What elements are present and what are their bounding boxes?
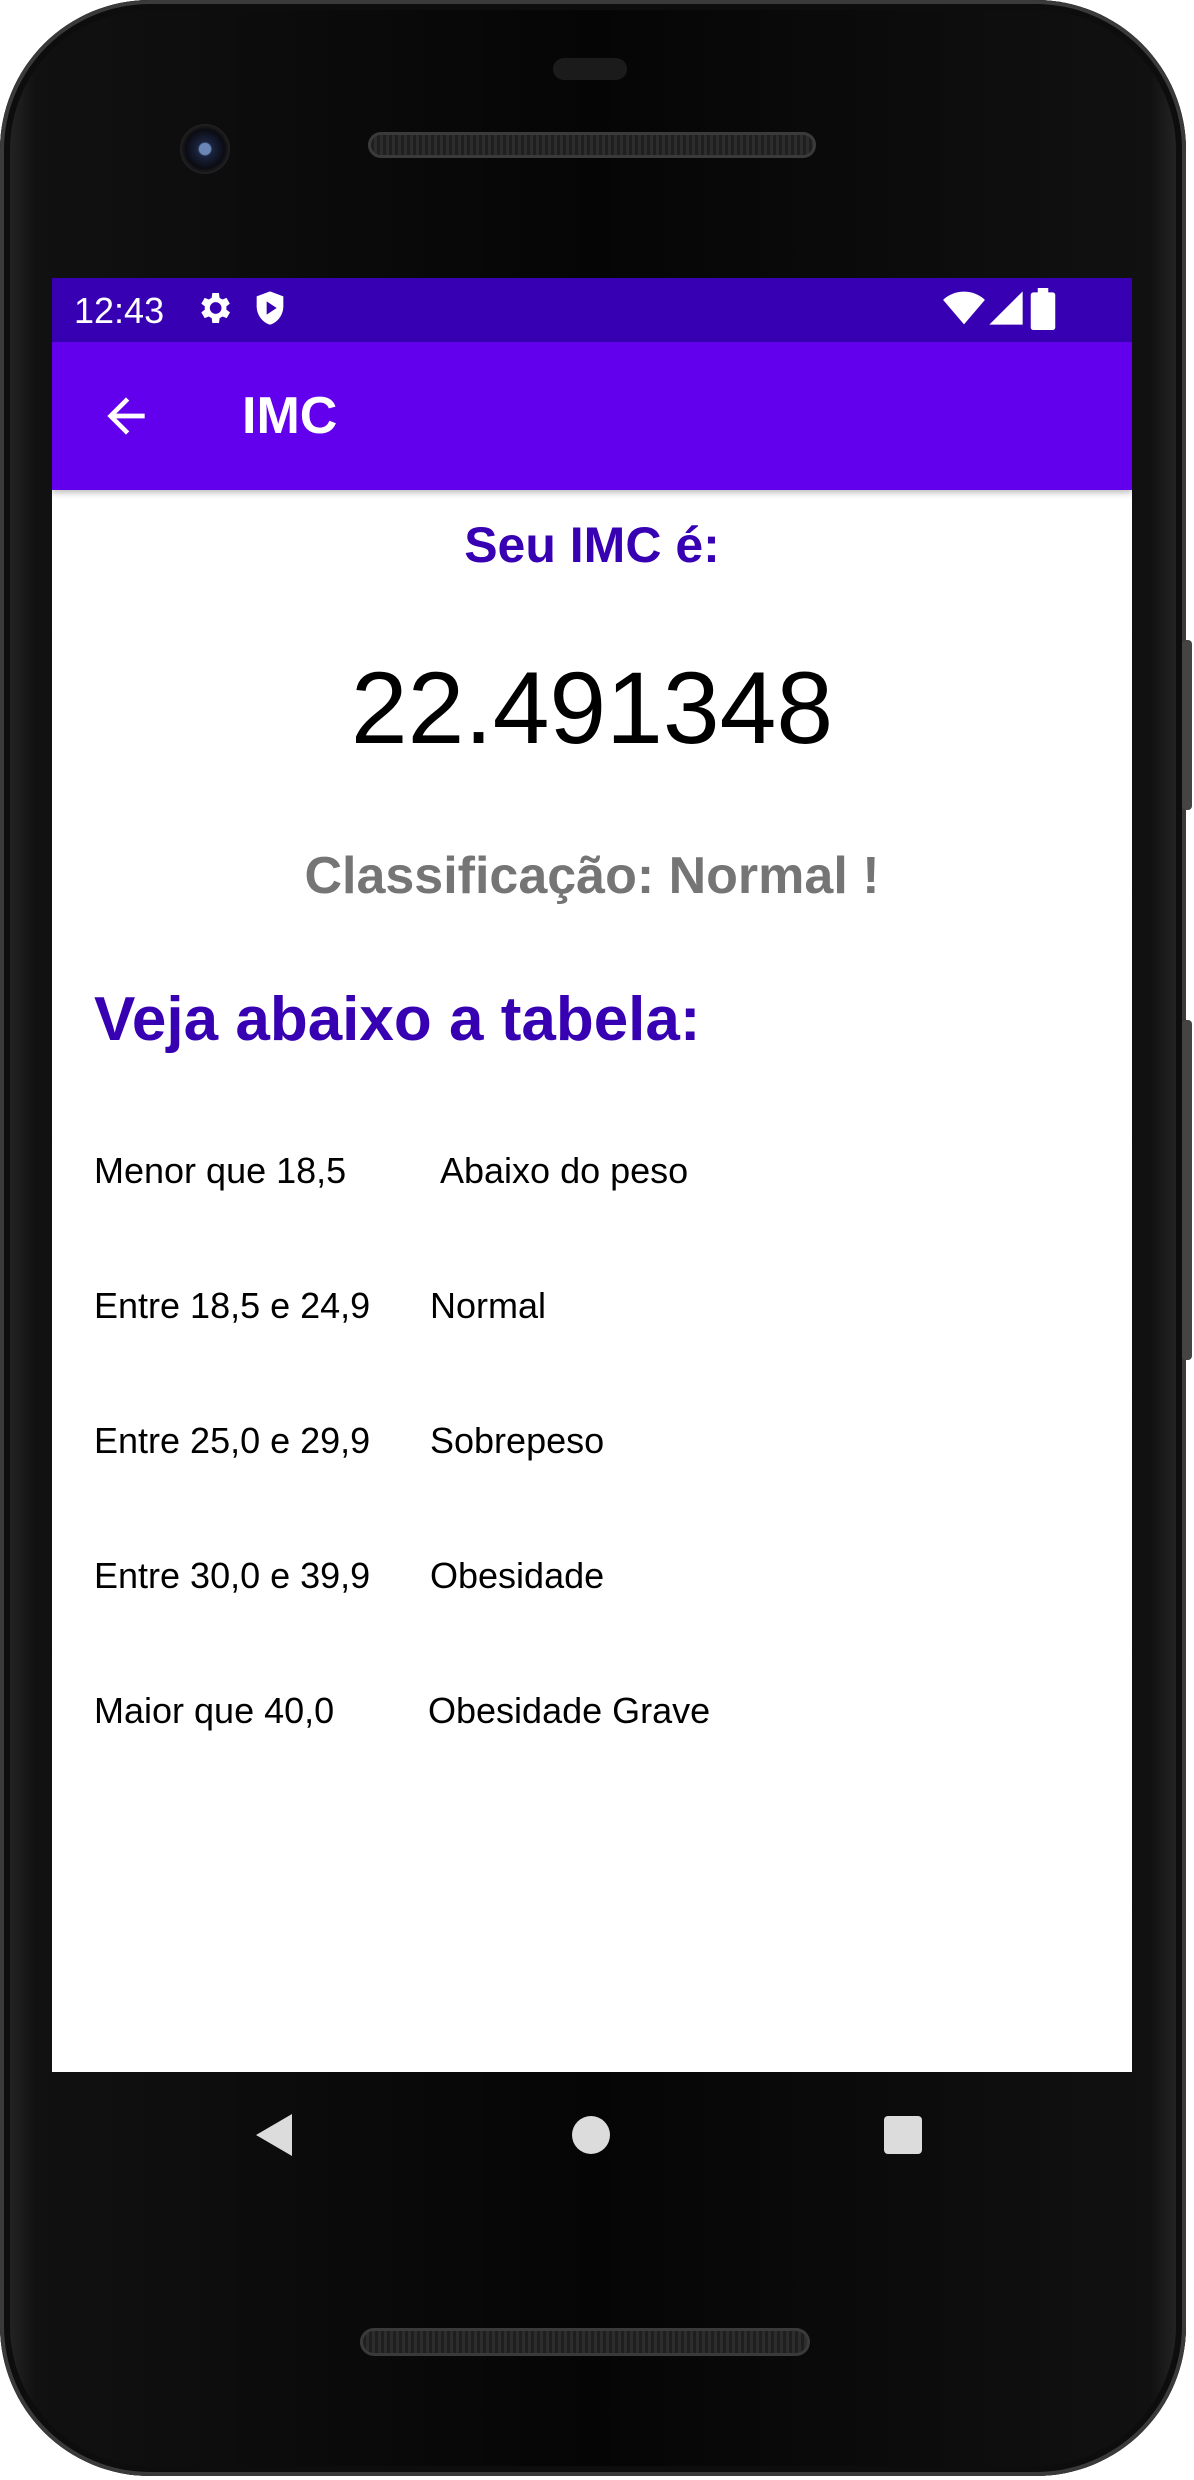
volume-button: [1182, 1020, 1192, 1360]
bottom-speaker: [360, 2328, 810, 2356]
recents-square-icon[interactable]: [882, 2114, 924, 2161]
arrow-back-icon[interactable]: [98, 388, 154, 444]
row-range: Entre 25,0 e 29,9: [94, 1420, 371, 1461]
wifi-icon: [942, 288, 986, 337]
row-label: Abaixo do peso: [440, 1150, 689, 1191]
home-circle-icon[interactable]: [570, 2114, 612, 2161]
row-range: Entre 18,5 e 24,9: [94, 1285, 371, 1326]
screen: 12:43 IMC Seu IMC é: 22.491348 Classific…: [52, 278, 1132, 2072]
settings-icon: [194, 288, 234, 337]
table-row: Entre 25,0 e 29,9 Sobrepeso: [52, 1420, 1132, 1480]
classification-text: Classificação: Normal !: [304, 847, 880, 905]
row-label: Obesidade: [430, 1555, 605, 1596]
row-label: Obesidade Grave: [428, 1690, 711, 1731]
battery-icon: [1030, 288, 1056, 339]
table-row: Entre 18,5 e 24,9 Normal: [52, 1285, 1132, 1345]
row-label: Sobrepeso: [430, 1420, 605, 1461]
row-range: Menor que 18,5: [94, 1150, 347, 1191]
signal-icon: [986, 288, 1026, 337]
row-label: Normal: [430, 1285, 547, 1326]
table-row: Maior que 40,0 Obesidade Grave: [52, 1690, 1132, 1750]
result-heading: Seu IMC é:: [464, 517, 720, 573]
back-triangle-icon[interactable]: [252, 2110, 296, 2165]
bmi-value: 22.491348: [350, 651, 834, 765]
app-title: IMC: [242, 387, 338, 445]
status-time: 12:43: [74, 290, 165, 331]
status-bar: 12:43: [52, 278, 1132, 342]
result-content: Seu IMC é: 22.491348 Classificação: Norm…: [52, 490, 1132, 1986]
top-sensor: [553, 58, 627, 80]
earpiece-speaker: [368, 132, 816, 158]
table-title: Veja abaixo a tabela:: [94, 985, 701, 1054]
power-button: [1182, 640, 1192, 810]
app-bar: IMC: [52, 342, 1132, 490]
navigation-bar: [52, 2072, 1132, 2202]
row-range: Maior que 40,0: [94, 1690, 335, 1731]
table-row: Menor que 18,5 Abaixo do peso: [52, 1150, 1132, 1210]
phone-frame: 12:43 IMC Seu IMC é: 22.491348 Classific…: [0, 0, 1192, 2476]
shield-play-icon: [250, 288, 290, 337]
row-range: Entre 30,0 e 39,9: [94, 1555, 371, 1596]
table-row: Entre 30,0 e 39,9 Obesidade: [52, 1555, 1132, 1615]
front-camera: [180, 124, 230, 174]
